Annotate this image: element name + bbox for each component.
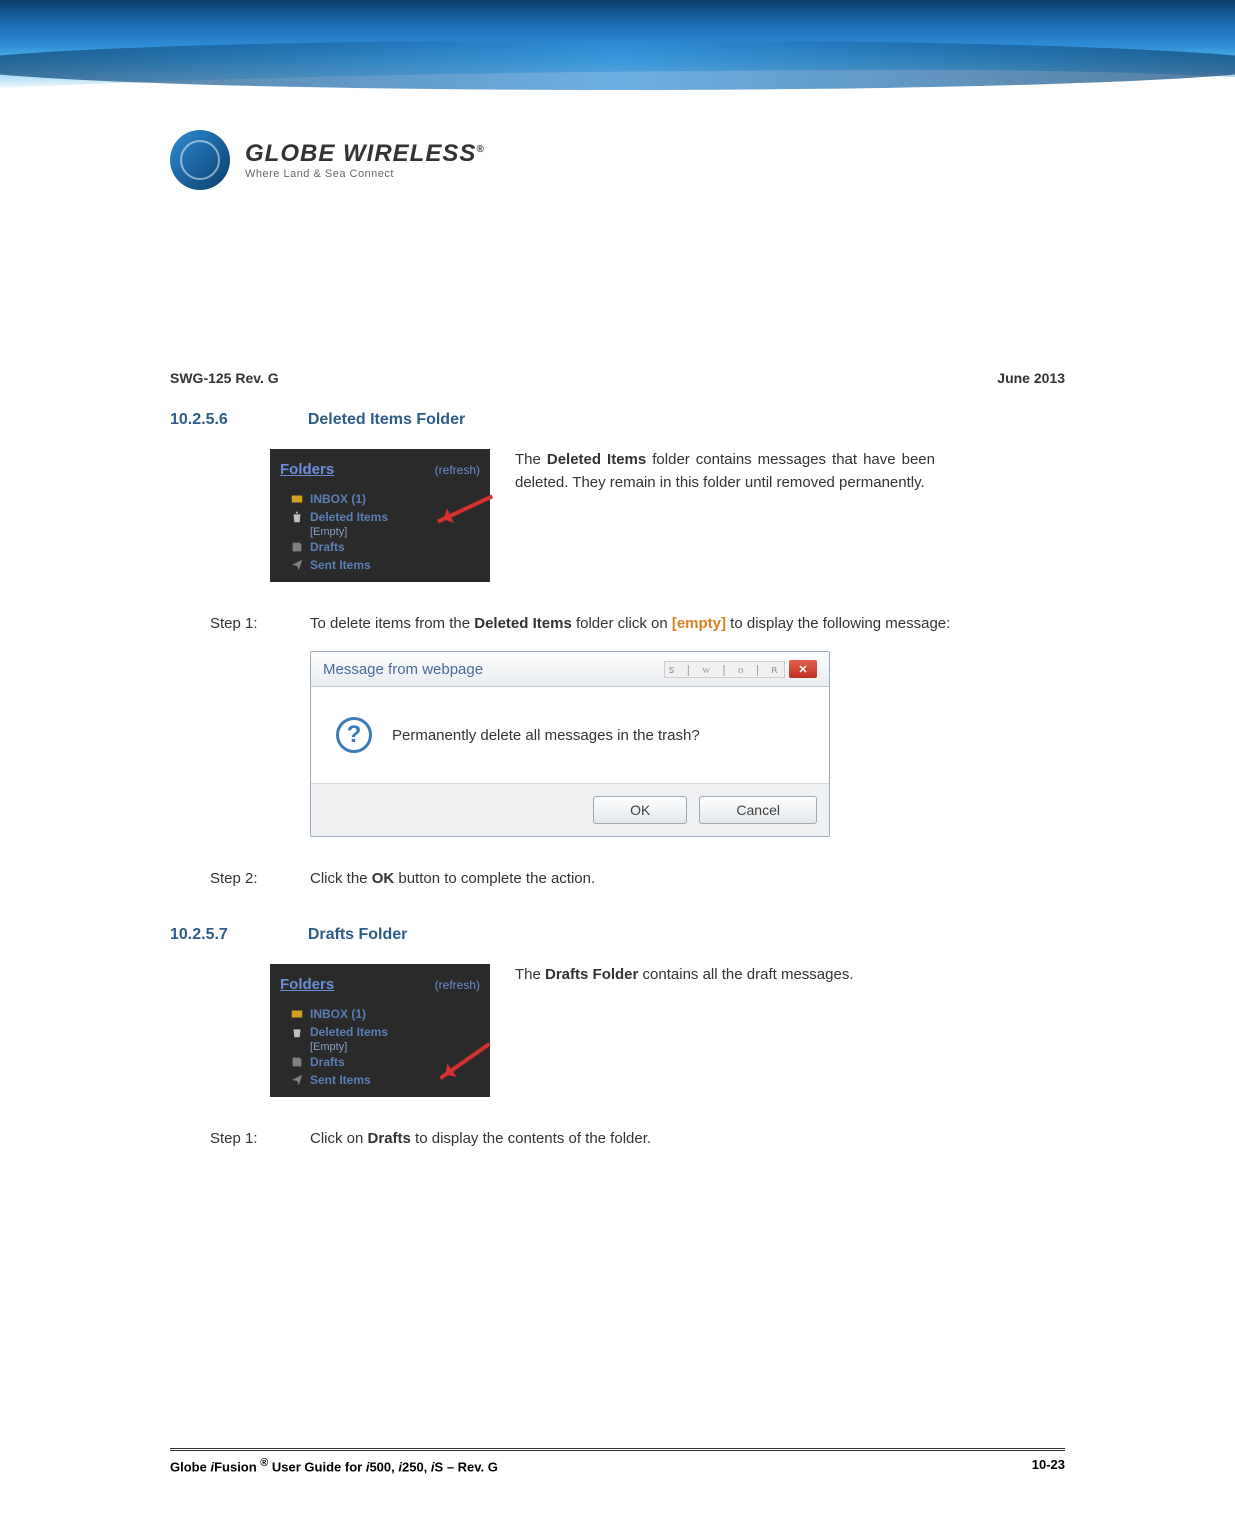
decorative-wave-header xyxy=(0,0,1235,130)
doc-id: SWG-125 Rev. G xyxy=(170,370,279,386)
logo: GLOBE WIRELESS® Where Land & Sea Connect xyxy=(170,130,485,190)
sent-icon xyxy=(290,1073,304,1087)
folder-empty-link: [Empty] xyxy=(270,526,490,538)
folder-drafts: Drafts xyxy=(270,538,490,556)
drafts-icon xyxy=(290,1055,304,1069)
folder-inbox: INBOX (1) xyxy=(270,490,490,508)
footer-page-number: 10-23 xyxy=(1032,1457,1065,1474)
section1-description: The Deleted Items folder contains messag… xyxy=(515,449,935,494)
globe-icon xyxy=(170,130,230,190)
folders-panel-screenshot: Folders (refresh) INBOX (1) Deleted Item… xyxy=(270,449,490,582)
drafts-icon xyxy=(290,540,304,554)
inbox-icon xyxy=(290,492,304,506)
section-title: Deleted Items Folder xyxy=(308,411,465,429)
section-number: 10.2.5.6 xyxy=(170,411,228,429)
folder-sent: Sent Items xyxy=(270,556,490,574)
dialog-title: Message from webpage xyxy=(323,661,483,678)
refresh-link: (refresh) xyxy=(435,463,480,477)
folders-panel-screenshot-2: Folders (refresh) INBOX (1) Deleted Item… xyxy=(270,964,490,1097)
folders-title: Folders xyxy=(280,976,334,993)
step-label: Step 1: xyxy=(210,612,280,636)
question-icon: ? xyxy=(336,717,372,753)
section-number: 10.2.5.7 xyxy=(170,926,228,944)
section1-step1: Step 1: To delete items from the Deleted… xyxy=(210,612,1065,636)
ok-button[interactable]: OK xyxy=(593,796,687,824)
window-controls-icon: ꜱ | ᴡ | ᴏ | ʀ xyxy=(664,661,785,678)
cancel-button[interactable]: Cancel xyxy=(699,796,817,824)
trash-icon xyxy=(290,510,304,524)
section2-description: The Drafts Folder contains all the draft… xyxy=(515,964,935,987)
folders-title: Folders xyxy=(280,461,334,478)
section-heading-2: 10.2.5.7 Drafts Folder xyxy=(170,926,1065,944)
folder-sent: Sent Items xyxy=(270,1071,490,1089)
folder-empty-link: [Empty] xyxy=(270,1041,490,1053)
section-title: Drafts Folder xyxy=(308,926,408,944)
inbox-icon xyxy=(290,1007,304,1021)
refresh-link: (refresh) xyxy=(435,978,480,992)
doc-date: June 2013 xyxy=(997,370,1065,386)
section1-step2: Step 2: Click the OK button to complete … xyxy=(210,867,1065,891)
section-heading-1: 10.2.5.6 Deleted Items Folder xyxy=(170,411,1065,429)
folder-deleted: Deleted Items xyxy=(270,1023,490,1041)
document-header: SWG-125 Rev. G June 2013 xyxy=(170,340,1065,386)
sent-icon xyxy=(290,558,304,572)
trash-icon xyxy=(290,1025,304,1039)
logo-text: GLOBE WIRELESS xyxy=(245,140,476,167)
folder-inbox: INBOX (1) xyxy=(270,1005,490,1023)
section2-step1: Step 1: Click on Drafts to display the c… xyxy=(210,1127,1065,1151)
dialog-message: Permanently delete all messages in the t… xyxy=(392,727,700,744)
logo-reg: ® xyxy=(476,144,484,155)
footer-left: Globe iFusion ® User Guide for i500, i25… xyxy=(170,1457,498,1474)
page-footer: Globe iFusion ® User Guide for i500, i25… xyxy=(170,1448,1065,1474)
step-label: Step 1: xyxy=(210,1127,280,1151)
step-label: Step 2: xyxy=(210,867,280,891)
confirm-dialog-screenshot: Message from webpage ꜱ | ᴡ | ᴏ | ʀ ✕ ? P… xyxy=(310,651,830,837)
close-icon: ✕ xyxy=(789,660,817,678)
logo-tagline: Where Land & Sea Connect xyxy=(245,168,485,180)
